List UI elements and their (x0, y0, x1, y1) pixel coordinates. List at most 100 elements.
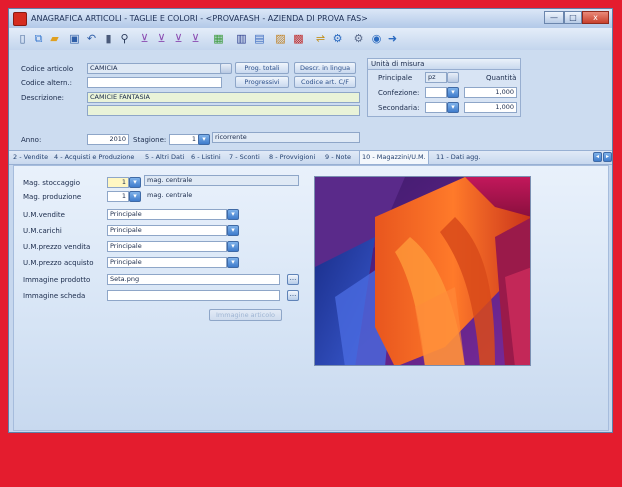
delete-icon[interactable]: ▮ (101, 31, 116, 46)
principale-label: Principale (378, 74, 413, 82)
codice-articolo-label: Codice articolo (21, 65, 74, 73)
tab-provvigioni[interactable]: 8 - Provvigioni (269, 151, 315, 164)
tab-acquisti-produzione[interactable]: 4 - Acquisti e Produzione (54, 151, 134, 164)
report-icon[interactable]: ▨ (273, 31, 288, 46)
tab-scroll-left-icon[interactable]: ◂ (593, 152, 602, 162)
mag-stoccaggio-dropdown[interactable]: ▾ (129, 177, 141, 188)
um-carichi-label: U.M.carichi (23, 227, 62, 235)
um-carichi-dropdown[interactable]: ▾ (227, 225, 239, 236)
chart-icon[interactable]: ▤ (252, 31, 267, 46)
unita-misura-panel: Unità di misura Principale pz Quantità C… (367, 58, 521, 117)
secondaria-field[interactable] (425, 102, 447, 113)
stagione-label: Stagione: (133, 136, 167, 144)
principale-field[interactable]: pz (425, 72, 447, 83)
secondaria-qty-field[interactable]: 1,000 (464, 102, 517, 113)
um-carichi-select[interactable]: Principale (107, 225, 227, 236)
um-vendite-select[interactable]: Principale (107, 209, 227, 220)
barcode-icon[interactable]: ▥ (234, 31, 249, 46)
window-title: ANAGRAFICA ARTICOLI - TAGLIE E COLORI - … (31, 14, 368, 23)
minimize-button[interactable]: — (544, 11, 564, 24)
mag-stoccaggio-label: Mag. stoccaggio (23, 179, 80, 187)
unita-misura-title: Unità di misura (371, 60, 425, 68)
filter-clear-icon[interactable]: ⊻ (188, 31, 203, 46)
codice-art-cf-button[interactable]: Codice art. C/F (294, 76, 356, 88)
um-prezzo-acquisto-dropdown[interactable]: ▾ (227, 257, 239, 268)
unita-misura-header: Unità di misura (368, 59, 520, 70)
um-prezzo-vendita-select[interactable]: Principale (107, 241, 227, 252)
mag-stoccaggio-desc: mag. centrale (144, 175, 299, 186)
magazzini-um-panel: Mag. stoccaggio 1 ▾ mag. centrale Mag. p… (13, 165, 609, 431)
descr-lingua-button[interactable]: Descr. in lingua (294, 62, 356, 74)
immagine-prodotto-field[interactable]: Seta.png (107, 274, 280, 285)
folder-icon[interactable]: ▰ (47, 31, 62, 46)
um-prezzo-acquisto-label: U.M.prezzo acquisto (23, 259, 94, 267)
tab-bar: 2 - Vendite 4 - Acquisti e Produzione 5 … (9, 150, 612, 165)
settings-icon[interactable]: ⚙ (330, 31, 345, 46)
tab-scroll-right-icon[interactable]: ▸ (603, 152, 612, 162)
tab-dati-agg[interactable]: 11 - Dati agg. (436, 151, 480, 164)
help-circle-icon[interactable]: ◉ (369, 31, 384, 46)
view-icon[interactable]: ▦ (211, 31, 226, 46)
toolbar: ▯ ⧉ ▰ ▣ ↶ ▮ ⚲ ⊻ ⊻ ⊻ ⊻ ▦ ▥ ▤ ▨ ▩ ⇌ ⚙ ⚙ ◉ … (9, 28, 612, 51)
codice-altern-label: Codice altern.: (21, 79, 72, 87)
secondaria-label: Secondaria: (378, 104, 420, 112)
mag-produzione-label: Mag. produzione (23, 193, 82, 201)
exit-icon[interactable]: ➜ (385, 31, 400, 46)
immagine-prodotto-browse-button[interactable]: ... (287, 274, 299, 285)
new-icon[interactable]: ▯ (15, 31, 30, 46)
tab-vendite[interactable]: 2 - Vendite (13, 151, 48, 164)
mag-produzione-field[interactable]: 1 (107, 191, 129, 202)
tab-sconti[interactable]: 7 - Sconti (229, 151, 260, 164)
save-icon[interactable]: ▣ (67, 31, 82, 46)
link-icon[interactable]: ⇌ (313, 31, 328, 46)
tab-altri-dati[interactable]: 5 - Altri Dati (145, 151, 184, 164)
immagine-scheda-field[interactable] (107, 290, 280, 301)
immagine-scheda-browse-button[interactable]: ... (287, 290, 299, 301)
um-vendite-label: U.M.vendite (23, 211, 65, 219)
help-icon[interactable]: ⚙ (351, 31, 366, 46)
article-header-form: Codice articolo CAMICIA Prog. totali Des… (9, 50, 612, 150)
mag-produzione-dropdown[interactable]: ▾ (129, 191, 141, 202)
tab-listini[interactable]: 6 - Listini (191, 151, 221, 164)
stagione-description: ricorrente (212, 132, 360, 143)
descrizione2-field[interactable] (87, 105, 360, 116)
codice-articolo-field[interactable]: CAMICIA (87, 63, 222, 74)
title-bar: ANAGRAFICA ARTICOLI - TAGLIE E COLORI - … (9, 9, 612, 28)
confezione-label: Confezione: (378, 89, 420, 97)
tab-magazzini-um[interactable]: 10 - Magazzini/U.M. (359, 150, 429, 164)
codice-articolo-lookup[interactable] (220, 63, 232, 74)
mag-stoccaggio-field[interactable]: 1 (107, 177, 129, 188)
tab-note[interactable]: 9 - Note (325, 151, 351, 164)
progressivi-button[interactable]: Progressivi (235, 76, 289, 88)
descrizione-field[interactable]: CAMICIE FANTASIA (87, 92, 360, 103)
secondaria-dropdown[interactable]: ▾ (447, 102, 459, 113)
anno-field[interactable]: 2010 (87, 134, 129, 145)
filter-icon[interactable]: ⊻ (137, 31, 152, 46)
quantita-label: Quantità (486, 74, 517, 82)
um-prezzo-vendita-dropdown[interactable]: ▾ (227, 241, 239, 252)
confezione-dropdown[interactable]: ▾ (447, 87, 459, 98)
codice-altern-field[interactable] (87, 77, 222, 88)
app-icon (13, 12, 27, 26)
app-window: ANAGRAFICA ARTICOLI - TAGLIE E COLORI - … (8, 8, 613, 433)
copy-icon[interactable]: ⧉ (31, 31, 46, 46)
print-icon[interactable]: ▩ (291, 31, 306, 46)
stagione-field[interactable]: 1 (169, 134, 199, 145)
close-button[interactable]: x (582, 11, 609, 24)
filter-prev-icon[interactable]: ⊻ (171, 31, 186, 46)
immagine-articolo-button[interactable]: Immagine articolo (209, 309, 282, 321)
um-prezzo-acquisto-select[interactable]: Principale (107, 257, 227, 268)
filter-next-icon[interactable]: ⊻ (154, 31, 169, 46)
confezione-field[interactable] (425, 87, 447, 98)
principale-dropdown[interactable] (447, 72, 459, 83)
um-vendite-dropdown[interactable]: ▾ (227, 209, 239, 220)
undo-icon[interactable]: ↶ (84, 31, 99, 46)
prog-totali-button[interactable]: Prog. totali (235, 62, 289, 74)
silk-fabric-image (315, 177, 530, 365)
product-image (314, 176, 531, 366)
maximize-button[interactable]: □ (564, 11, 582, 24)
stagione-dropdown[interactable]: ▾ (198, 134, 210, 145)
confezione-qty-field[interactable]: 1,000 (464, 87, 517, 98)
mag-produzione-desc: mag. centrale (147, 191, 193, 199)
find-icon[interactable]: ⚲ (117, 31, 132, 46)
